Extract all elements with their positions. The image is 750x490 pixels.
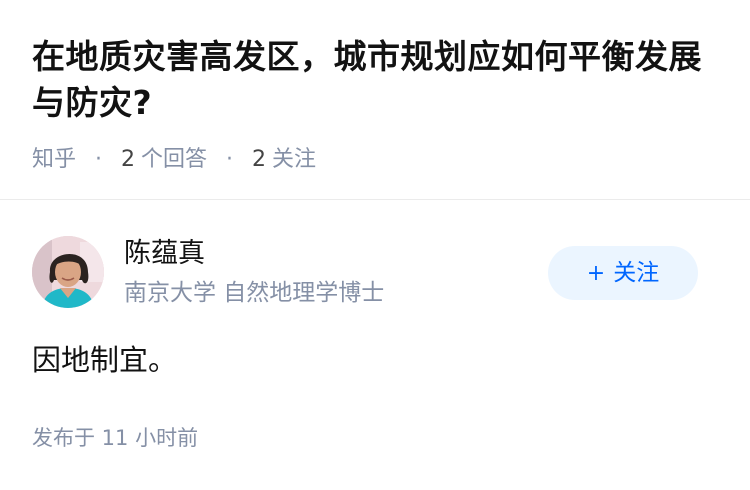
question-header: 在地质灾害高发区，城市规划应如何平衡发展与防灾? 知乎 · 2 个回答 · 2 关注 bbox=[0, 0, 750, 200]
followers-count-link[interactable]: 2 关注 bbox=[252, 147, 316, 172]
publish-time: 发布于 11 小时前 bbox=[32, 426, 199, 450]
plus-icon: + bbox=[586, 261, 606, 286]
question-title[interactable]: 在地质灾害高发区，城市规划应如何平衡发展与防灾? bbox=[32, 34, 722, 126]
answer-card: 陈蕴真 南京大学 自然地理学博士 + 关注 因地制宜。 发布于 11 小时前 bbox=[0, 200, 750, 490]
avatar-photo-icon bbox=[32, 236, 104, 308]
answers-count-label: 个回答 bbox=[141, 147, 208, 172]
author-name[interactable]: 陈蕴真 bbox=[124, 236, 205, 272]
author-avatar[interactable] bbox=[32, 236, 104, 308]
answers-count-link[interactable]: 2 个回答 bbox=[121, 147, 214, 172]
meta-separator: · bbox=[226, 147, 234, 172]
follow-button-label: 关注 bbox=[613, 260, 660, 286]
answer-content[interactable]: 因地制宜。 bbox=[32, 340, 177, 380]
followers-count: 2 bbox=[252, 147, 267, 172]
answers-count: 2 bbox=[121, 147, 136, 172]
meta-separator: · bbox=[95, 147, 103, 172]
source-label[interactable]: 知乎 bbox=[32, 147, 76, 172]
follow-button[interactable]: + 关注 bbox=[548, 246, 698, 300]
question-meta: 知乎 · 2 个回答 · 2 关注 bbox=[32, 145, 316, 175]
author-bio: 南京大学 自然地理学博士 bbox=[124, 280, 385, 306]
followers-count-label: 关注 bbox=[272, 147, 317, 172]
